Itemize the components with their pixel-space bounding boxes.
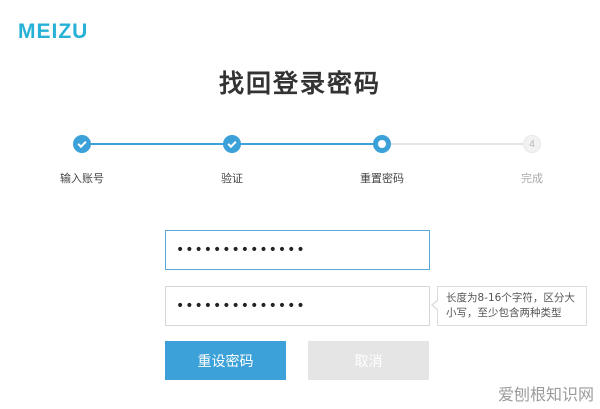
- reset-password-button[interactable]: 重设密码: [165, 341, 286, 380]
- progress-track-remaining: [382, 143, 532, 145]
- step-1-check-icon: [73, 135, 91, 153]
- cancel-button[interactable]: 取消: [308, 341, 429, 380]
- step-2-check-icon: [223, 135, 241, 153]
- confirm-password-input[interactable]: ••••••••••••••: [165, 286, 430, 326]
- password-rule-tooltip: 长度为8-16个字符，区分大 小写，至少包含两种类型: [431, 286, 587, 326]
- step-label-finish: 完成: [521, 172, 543, 185]
- new-password-input[interactable]: ••••••••••••••: [165, 230, 430, 270]
- watermark-text: 爱刨根知识网: [497, 385, 594, 404]
- step-3-current-dot-icon: [373, 135, 391, 153]
- password-rule-line2: 小写，至少包含两种类型: [446, 307, 562, 319]
- step-4-number: 4: [523, 135, 541, 153]
- password-rule-line1: 长度为8-16个字符，区分大: [446, 292, 575, 304]
- step-label-reset: 重置密码: [360, 172, 404, 185]
- step-label-verify: 验证: [221, 172, 243, 185]
- meizu-logo: MEIZU: [18, 20, 89, 43]
- step-label-account: 输入账号: [60, 172, 104, 185]
- progress-steps: 4 输入账号 验证 重置密码 完成: [0, 130, 600, 190]
- page-title: 找回登录密码: [218, 69, 381, 98]
